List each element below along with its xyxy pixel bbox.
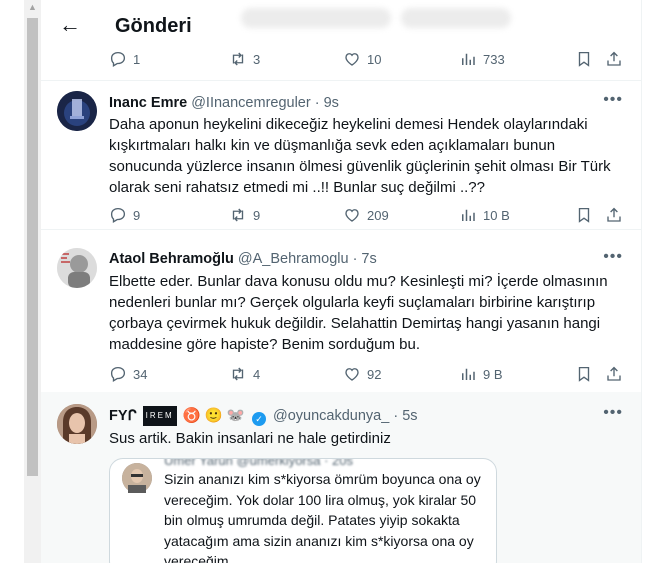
reply-count: 34 (133, 366, 148, 382)
quote-avatar (122, 463, 152, 493)
tweet-text: Daha aponun heykelini dikeceğiz heykelin… (109, 116, 611, 196)
repost-count: 9 (253, 207, 261, 223)
page-header: ← Gönderi (41, 0, 641, 50)
repost-icon (232, 52, 244, 66)
like-count: 92 (367, 366, 382, 382)
display-name[interactable]: Inanc Emre (109, 95, 187, 111)
reply-tweet[interactable]: Inanc Emre @IInancemreguler · 9s ••• Dah… (41, 81, 641, 230)
share-button[interactable] (605, 50, 623, 68)
views-button[interactable]: 10 B (459, 206, 510, 224)
views-button[interactable]: 733 (459, 50, 505, 68)
quoted-tweet[interactable]: Ümer Yarün @ümerkiyorsa · 20s Sizin anan… (109, 458, 497, 563)
timestamp[interactable]: · 9s (315, 95, 339, 111)
reply-tweet[interactable]: FYᒋ IREM ♉ 🙂 🐭 ✓ @oyuncakdunya_ · 5s •••… (41, 392, 641, 563)
like-count: 209 (367, 207, 389, 223)
views-count: 733 (483, 51, 505, 67)
bookmark-icon (578, 366, 590, 382)
tweet-header: FYᒋ IREM ♉ 🙂 🐭 ✓ @oyuncakdunya_ · 5s (109, 406, 418, 426)
verified-icon: ✓ (251, 412, 266, 426)
reply-icon (110, 207, 126, 223)
repost-count: 4 (253, 366, 261, 382)
tweet-text: Elbette eder. Bunlar dava konusu oldu mu… (109, 273, 608, 353)
share-icon (607, 207, 621, 222)
share-icon (607, 51, 621, 66)
bookmark-button[interactable] (575, 206, 593, 224)
display-name[interactable]: FYᒋ (109, 408, 137, 424)
reply-tweet[interactable]: Ataol Behramoğlu @A_Behramoglu · 7s ••• … (41, 240, 641, 393)
page-title: Gönderi (115, 15, 192, 37)
blurred-region (401, 8, 511, 28)
tweet-header: Inanc Emre @IInancemreguler · 9s (109, 94, 339, 112)
like-icon (345, 53, 359, 66)
views-count: 10 B (483, 207, 510, 223)
more-icon[interactable]: ••• (603, 248, 623, 266)
repost-icon (232, 367, 244, 381)
more-icon[interactable]: ••• (603, 91, 623, 109)
main-column: 1 3 10 733 ← Gönderi Inanc Emre @IInance… (41, 0, 642, 563)
page-scrollbar[interactable]: ▲ (24, 0, 41, 563)
views-icon (462, 53, 475, 65)
reply-icon (110, 51, 126, 67)
bookmark-button[interactable] (575, 365, 593, 383)
like-count: 10 (367, 51, 382, 67)
like-icon (345, 209, 359, 222)
scroll-up-arrow-icon[interactable]: ▲ (24, 2, 41, 12)
like-button[interactable]: 92 (343, 365, 381, 383)
user-handle[interactable]: @oyuncakdunya_ (273, 408, 389, 424)
blurred-region (241, 8, 391, 28)
repost-icon (232, 208, 244, 222)
reply-icon (110, 366, 126, 382)
name-emojis: ♉ 🙂 🐭 (182, 408, 245, 424)
avatar[interactable] (57, 91, 97, 131)
share-button[interactable] (605, 365, 623, 383)
timestamp[interactable]: · 5s (393, 408, 417, 424)
like-button[interactable]: 10 (343, 50, 381, 68)
quote-text: Sizin ananızı kim s*kiyorsa ömrüm boyunc… (164, 471, 481, 563)
views-button[interactable]: 9 B (459, 365, 503, 383)
share-icon (607, 366, 621, 381)
reply-count: 9 (133, 207, 141, 223)
views-icon (462, 209, 475, 221)
bookmark-button[interactable] (575, 50, 593, 68)
bookmark-icon (578, 207, 590, 223)
tweet-header: Ataol Behramoğlu @A_Behramoglu · 7s (109, 250, 377, 268)
name-badge: IREM (142, 406, 177, 426)
reply-button[interactable]: 34 (109, 365, 147, 383)
repost-count: 3 (253, 51, 261, 67)
scrollbar-thumb[interactable] (27, 18, 38, 476)
like-button[interactable]: 209 (343, 206, 389, 224)
repost-button[interactable]: 4 (229, 365, 260, 383)
share-button[interactable] (605, 206, 623, 224)
avatar[interactable] (57, 248, 97, 288)
reply-button[interactable]: 1 (109, 50, 140, 68)
reply-button[interactable]: 9 (109, 206, 140, 224)
timestamp[interactable]: · 7s (353, 251, 377, 267)
focal-post-actions: 1 3 10 733 (41, 46, 641, 81)
quote-header: Ümer Yarün @ümerkiyorsa · 20s (164, 458, 353, 468)
like-icon (345, 368, 359, 381)
display-name[interactable]: Ataol Behramoğlu (109, 251, 234, 267)
back-arrow-icon[interactable]: ← (59, 12, 81, 38)
user-handle[interactable]: @IInancemreguler (191, 95, 311, 111)
bookmark-icon (578, 51, 590, 67)
repost-button[interactable]: 9 (229, 206, 260, 224)
repost-button[interactable]: 3 (229, 50, 260, 68)
views-count: 9 B (483, 366, 503, 382)
views-icon (462, 368, 475, 380)
user-handle[interactable]: @A_Behramoglu (238, 251, 349, 267)
reply-count: 1 (133, 51, 141, 67)
more-icon[interactable]: ••• (603, 404, 623, 422)
avatar[interactable] (57, 404, 97, 444)
tweet-text: Sus artik. Bakin insanlari ne hale getir… (109, 430, 391, 447)
